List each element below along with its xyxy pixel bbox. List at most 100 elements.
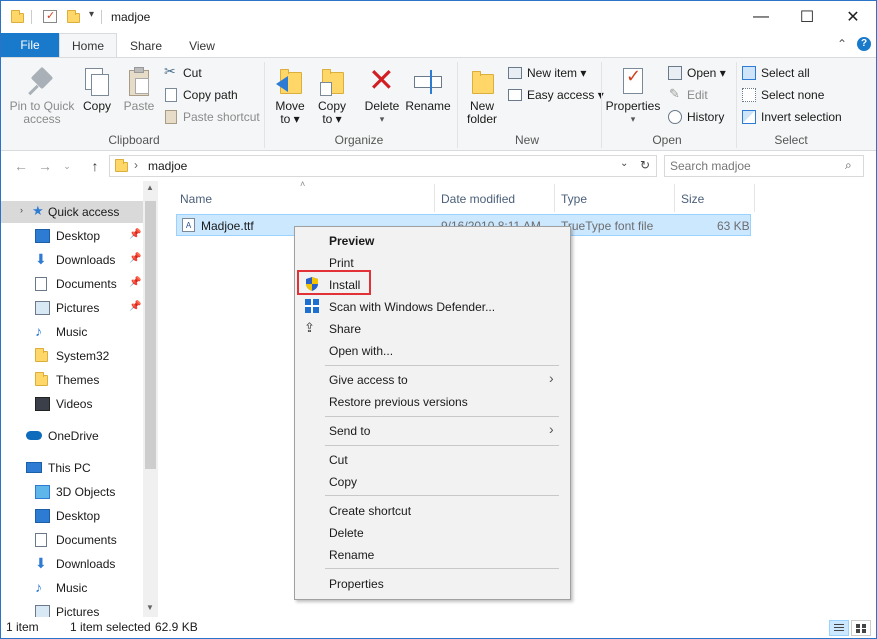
search-icon[interactable]: ⌕ (845, 158, 852, 173)
tab-file[interactable]: File (1, 33, 59, 57)
scroll-down-icon[interactable]: ▼ (146, 603, 154, 612)
up-arrow-icon[interactable]: ↑ (85, 156, 105, 176)
window-title: madjoe (111, 10, 151, 24)
edit-button[interactable]: ✎ Edit (667, 85, 708, 105)
menu-item-properties[interactable]: Properties (295, 572, 570, 594)
address-bar[interactable]: › madjoe ⌄ ↻ (109, 155, 657, 177)
invert-selection-button[interactable]: Invert selection (741, 107, 842, 127)
rename-button[interactable]: Rename (405, 66, 451, 113)
large-icons-view-button[interactable] (851, 620, 871, 636)
sidebar-item-quick-access[interactable]: › ★ Quick access (1, 201, 143, 223)
copy-path-button[interactable]: Copy path (163, 85, 238, 105)
properties-button[interactable]: ✓ Properties ▾ (605, 66, 661, 126)
scrollbar-thumb[interactable] (145, 201, 156, 469)
breadcrumb-chevron-icon[interactable]: › (134, 158, 138, 172)
open-button[interactable]: Open ▾ (667, 63, 726, 83)
select-all-button[interactable]: Select all (741, 63, 810, 83)
pin-icon: 📌 (129, 277, 142, 288)
sidebar-item-pc-music[interactable]: ♪ Music (1, 577, 143, 599)
scroll-up-icon[interactable]: ▲ (146, 183, 154, 192)
paste-button[interactable]: Paste (119, 66, 159, 113)
navpane-scrollbar[interactable]: ▲ ▼ (143, 181, 158, 617)
menu-item-share[interactable]: ⇪ Share (295, 317, 570, 339)
search-input[interactable]: Search madjoe ⌕ (664, 155, 864, 177)
sidebar-item-videos[interactable]: Videos (1, 393, 143, 415)
properties-quick-icon[interactable]: ✓ (43, 10, 57, 23)
details-view-button[interactable] (829, 620, 849, 636)
address-dropdown-icon[interactable]: ⌄ (620, 158, 628, 169)
help-icon[interactable]: ? (857, 37, 871, 51)
sidebar-item-3d-objects[interactable]: 3D Objects (1, 481, 143, 503)
paste-shortcut-button[interactable]: Paste shortcut (163, 107, 260, 127)
sidebar-item-this-pc[interactable]: This PC (1, 457, 143, 479)
column-divider[interactable] (754, 184, 755, 212)
column-divider[interactable] (554, 184, 555, 212)
column-divider[interactable] (674, 184, 675, 212)
menu-item-create-shortcut[interactable]: Create shortcut (295, 499, 570, 521)
history-button[interactable]: History (667, 107, 724, 127)
column-header-name[interactable]: Name (180, 186, 430, 212)
chevron-down-icon[interactable]: › (20, 205, 23, 215)
sidebar-item-pc-downloads[interactable]: ⬇ Downloads (1, 553, 143, 575)
documents-icon (35, 277, 47, 291)
pin-to-quick-access-button[interactable]: Pin to Quick access (5, 66, 79, 126)
recent-locations-icon[interactable]: ⌄ (57, 156, 77, 176)
sidebar-item-music[interactable]: ♪ Music (1, 321, 143, 343)
sidebar-item-pc-documents[interactable]: Documents (1, 529, 143, 551)
menu-item-preview[interactable]: Preview (295, 229, 570, 251)
copy-button[interactable]: Copy (79, 66, 115, 113)
menu-item-copy[interactable]: Copy (295, 470, 570, 492)
sidebar-item-themes[interactable]: Themes (1, 369, 143, 391)
maximize-button[interactable]: ☐ (784, 1, 830, 33)
menu-item-open-with[interactable]: Open with... (295, 339, 570, 361)
copy-to-icon (316, 66, 348, 98)
cut-button[interactable]: ✂ Cut (163, 63, 202, 83)
new-folder-quick-icon[interactable] (67, 10, 81, 23)
sidebar-item-pictures[interactable]: Pictures 📌 (1, 297, 143, 319)
menu-item-give-access[interactable]: Give access to › (295, 368, 570, 390)
move-to-icon (274, 66, 306, 98)
menu-item-label: Create shortcut (329, 504, 412, 518)
scissors-icon: ✂ (164, 63, 176, 79)
sidebar-item-downloads[interactable]: ⬇ Downloads 📌 (1, 249, 143, 271)
move-to-button[interactable]: Move to ▾ (271, 66, 309, 126)
menu-item-cut[interactable]: Cut (295, 448, 570, 470)
close-button[interactable]: ✕ (830, 1, 876, 33)
customize-quick-access-icon[interactable]: ▾ (89, 9, 94, 20)
menu-item-send-to[interactable]: Send to › (295, 419, 570, 441)
sidebar-item-label: OneDrive (48, 429, 99, 443)
menu-item-scan-defender[interactable]: Scan with Windows Defender... (295, 295, 570, 317)
minimize-button[interactable]: — (738, 1, 784, 33)
menu-item-rename[interactable]: Rename (295, 543, 570, 565)
forward-arrow-icon[interactable]: → (35, 156, 55, 176)
column-divider[interactable] (434, 184, 435, 212)
sidebar-item-documents[interactable]: Documents 📌 (1, 273, 143, 295)
file-size: 63 KB (717, 219, 750, 233)
back-arrow-icon[interactable]: ← (11, 156, 31, 176)
column-header-size[interactable]: Size (681, 186, 751, 212)
menu-item-restore-versions[interactable]: Restore previous versions (295, 390, 570, 412)
sidebar-item-pc-desktop[interactable]: Desktop (1, 505, 143, 527)
column-header-date[interactable]: Date modified (441, 186, 551, 212)
delete-button[interactable]: ✕ Delete ▾ (363, 62, 401, 126)
tab-view[interactable]: View (177, 33, 227, 58)
easy-access-button[interactable]: Easy access ▾ (507, 85, 604, 105)
new-item-button[interactable]: New item ▾ (507, 63, 586, 83)
sidebar-item-system32[interactable]: System32 (1, 345, 143, 367)
column-header-type[interactable]: Type (561, 186, 671, 212)
select-none-button[interactable]: Select none (741, 85, 824, 105)
desktop-icon (35, 509, 50, 523)
sidebar-item-desktop[interactable]: Desktop 📌 (1, 225, 143, 247)
navigation-pane: › ★ Quick access Desktop 📌 ⬇ Downloads 📌… (1, 181, 158, 619)
cut-label: Cut (183, 66, 202, 80)
breadcrumb[interactable]: madjoe (148, 159, 187, 173)
menu-item-delete[interactable]: Delete (295, 521, 570, 543)
organize-group-label: Organize (334, 133, 384, 147)
tab-home[interactable]: Home (59, 33, 117, 58)
tab-share[interactable]: Share (119, 33, 173, 58)
collapse-ribbon-icon[interactable]: ⌃ (837, 37, 847, 51)
new-folder-button[interactable]: New folder (461, 66, 503, 126)
sidebar-item-onedrive[interactable]: OneDrive (1, 425, 143, 447)
copy-to-button[interactable]: Copy to ▾ (313, 66, 351, 126)
refresh-icon[interactable]: ↻ (640, 158, 650, 172)
